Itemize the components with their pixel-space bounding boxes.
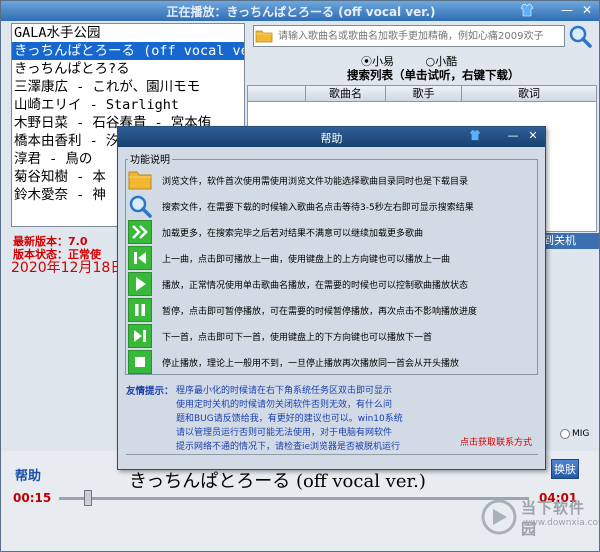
close-button[interactable]: ✕ — [579, 3, 595, 19]
function-description: 上一曲，点击即可播放上一曲，使用键盘上的上方向键也可以播放上一曲 — [162, 254, 451, 265]
tip-label: 友情提示： — [126, 386, 174, 397]
song-item[interactable]: GALA水手公园 — [12, 24, 244, 42]
function-description: 搜索文件，在需要下载的时候输入歌曲名点击等待3-5秒左右即可显示搜索结果 — [162, 202, 474, 213]
mig-radio[interactable] — [560, 429, 570, 439]
timed-shutdown-button[interactable]: 到关机 — [539, 233, 599, 249]
function-row: 播放，正常情况使用单击歌曲名播放，在需要的时候也可以控制歌曲播放状态 — [128, 271, 468, 297]
tip-line: 程序最小化的时候请在右下角系统任务区双击即可显示 — [176, 386, 393, 396]
now-playing-title: きっちんぱとろーる (off vocal ver.) — [129, 471, 426, 492]
song-item[interactable]: 三澤康広 - これが、園川モモ — [12, 78, 244, 96]
contact-link[interactable]: 点击获取联系方式 — [460, 435, 532, 448]
function-legend: 功能说明 — [128, 151, 172, 166]
function-description: 停止播放，理论上一般用不到，一旦停止播放再次播放同一首会从开头播放 — [162, 358, 460, 369]
help-minimize-button[interactable]: — — [506, 129, 520, 143]
function-row: 下一首，点击即可下一首，使用键盘上的下方向键也可以播放下一首 — [128, 323, 432, 349]
date-text: 2020年12月18日 — [11, 260, 125, 276]
tshirt-icon[interactable] — [519, 3, 535, 19]
next-icon — [128, 324, 152, 348]
search-icon[interactable] — [567, 23, 593, 49]
progress-track[interactable] — [59, 497, 529, 500]
tshirt-icon[interactable] — [468, 129, 482, 143]
function-description: 加载更多，在搜索完毕之后若对结果不满意可以继续加载更多歌曲 — [162, 228, 424, 239]
song-item[interactable]: きっちんぱとろーる (off vocal ver.) — [12, 42, 244, 60]
tip-line: 请以管理员运行否则可能无法使用，对于电脑有网软件 — [176, 428, 393, 438]
song-item[interactable]: きっちんぱとろ?る — [12, 60, 244, 78]
function-description: 暂停，点击即可暂停播放，可在需要的时候暂停播放，再次点击不影响播放进度 — [162, 306, 478, 317]
help-link[interactable]: 帮助 — [15, 465, 41, 484]
title-bar: 正在播放：きっちんぱとろーる (off vocal ver.) — ✕ — [1, 1, 599, 21]
mig-label: MIG — [572, 429, 590, 439]
function-row: 加载更多，在搜索完毕之后若对结果不满意可以继续加载更多歌曲 — [128, 219, 423, 245]
function-description: 播放，正常情况使用单击歌曲名播放，在需要的时候也可以控制歌曲播放状态 — [162, 280, 469, 291]
skin-switch-button[interactable]: 换肤 — [551, 459, 579, 479]
results-title: 搜索列表（单击试听，右键下载） — [347, 68, 520, 82]
help-close-button[interactable]: ✕ — [526, 129, 540, 143]
results-header: 歌曲名 歌手 歌词 — [247, 85, 597, 102]
progress-handle[interactable] — [84, 490, 93, 506]
folder-icon — [128, 168, 152, 192]
song-item[interactable]: 山崎エリイ - Starlight — [12, 96, 244, 114]
function-description: 下一首，点击即可下一首，使用键盘上的下方向键也可以播放下一首 — [162, 332, 433, 343]
divider — [126, 454, 538, 455]
column-song[interactable]: 歌曲名 — [306, 86, 386, 101]
help-title-bar: 帮助 — ✕ — [118, 127, 545, 147]
column-index — [248, 86, 306, 101]
function-row: 搜索文件，在需要下载的时候输入歌曲名点击等待3-5秒左右即可显示搜索结果 — [128, 193, 474, 219]
folder-icon[interactable] — [255, 28, 273, 43]
function-row: 上一曲，点击即可播放上一曲，使用键盘上的上方向键也可以播放上一曲 — [128, 245, 450, 271]
watermark-subtext: www.downxia.com — [523, 518, 600, 528]
window-title: 正在播放：きっちんぱとろーる (off vocal ver.) — [166, 5, 436, 19]
column-lyrics[interactable]: 歌词 — [462, 86, 596, 101]
tip-line: 题和BUG请反馈给我，有更好的建议也可以。win10系统 — [176, 414, 403, 424]
stop-icon — [128, 350, 152, 374]
previous-icon — [128, 246, 152, 270]
search-box[interactable] — [253, 25, 565, 47]
function-row: 停止播放，理论上一般用不到，一旦停止播放再次播放同一首会从开头播放 — [128, 349, 459, 375]
pause-icon — [128, 298, 152, 322]
play-icon — [128, 272, 152, 296]
double-chevron-icon — [128, 220, 152, 244]
search-input[interactable] — [254, 26, 564, 46]
tip-line: 提示网络不通的情况下，请检查ie浏览器是否被脱机运行 — [176, 442, 401, 452]
tip-line: 使用定时关机的时候请勿关闭软件否则无效，有什么问 — [176, 400, 393, 410]
help-dialog: 帮助 — ✕ 功能说明 浏览文件，软件首次使用需使用浏览文件功能选择歌曲目录同时… — [117, 126, 546, 470]
minimize-button[interactable]: — — [559, 3, 575, 19]
search-icon — [128, 194, 152, 218]
function-description: 浏览文件，软件首次使用需使用浏览文件功能选择歌曲目录同时也是下载目录 — [162, 176, 469, 187]
elapsed-time: 00:15 — [13, 491, 52, 505]
function-row: 暂停，点击即可暂停播放，可在需要的时候暂停播放，再次点击不影响播放进度 — [128, 297, 477, 323]
function-row: 浏览文件，软件首次使用需使用浏览文件功能选择歌曲目录同时也是下载目录 — [128, 167, 468, 193]
column-artist[interactable]: 歌手 — [386, 86, 462, 101]
